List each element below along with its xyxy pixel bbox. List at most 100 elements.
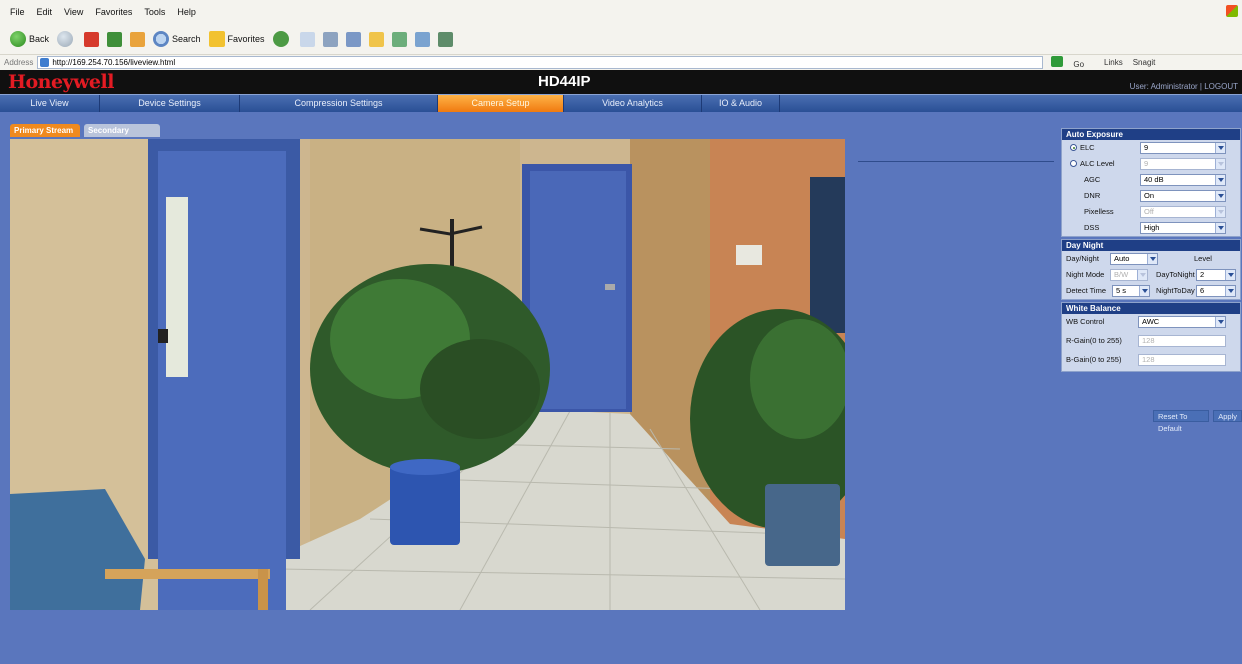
search-button[interactable]: Search	[153, 31, 201, 47]
menu-help[interactable]: Help	[177, 7, 196, 17]
chevron-down-icon	[1215, 175, 1225, 185]
dss-select[interactable]: High	[1140, 222, 1226, 234]
favorites-label: Favorites	[227, 34, 265, 44]
chevron-down-icon	[1215, 143, 1225, 153]
camera-image	[10, 139, 845, 610]
bgain-input[interactable]: 128	[1138, 354, 1226, 366]
snagit-button[interactable]: Snagit	[1133, 58, 1156, 67]
address-bar-right: Go Links Snagit	[1051, 56, 1165, 69]
browser-toolbar: Back Search Favorites	[0, 24, 1242, 54]
level-label: Level	[1194, 254, 1212, 263]
go-button[interactable]: Go	[1051, 56, 1094, 69]
menu-view[interactable]: View	[64, 7, 83, 17]
night-mode-select[interactable]: B/W	[1110, 269, 1148, 281]
wb-control-select[interactable]: AWC	[1138, 316, 1226, 328]
tab-io-audio[interactable]: IO & Audio	[702, 95, 780, 112]
address-bar: Address http://169.254.70.156/liveview.h…	[0, 54, 1242, 70]
detect-time-row: Detect Time 5 s NightToDay 6	[1062, 283, 1240, 299]
reset-to-default-button[interactable]: Reset To Default	[1153, 410, 1210, 433]
chevron-down-icon	[1139, 286, 1149, 296]
stop-button[interactable]	[84, 31, 100, 47]
main-content: Primary Stream Secondary Stream	[0, 112, 1242, 664]
elc-select[interactable]: 9	[1140, 142, 1226, 154]
links-button[interactable]: Links	[1104, 58, 1123, 67]
print-button[interactable]	[322, 31, 338, 47]
messenger-button[interactable]	[414, 31, 430, 47]
tab-camera-setup[interactable]: Camera Setup	[438, 95, 564, 112]
history-button[interactable]	[272, 31, 292, 47]
menu-tools[interactable]: Tools	[144, 7, 165, 17]
alc-radio[interactable]	[1070, 160, 1077, 167]
wb-control-row: WB Control AWC	[1062, 314, 1240, 333]
user-status[interactable]: User: Administrator | LOGOUT	[1130, 82, 1238, 91]
chevron-down-icon	[1215, 159, 1225, 169]
divider-line	[858, 161, 1054, 162]
star-icon	[208, 31, 225, 47]
rgain-row: R-Gain(0 to 255) 128	[1062, 333, 1240, 352]
back-arrow-icon	[10, 31, 26, 47]
night-to-day-value: 6	[1200, 286, 1205, 295]
alc-select[interactable]: 9	[1140, 158, 1226, 170]
forward-button[interactable]	[57, 31, 76, 47]
elc-radio[interactable]	[1070, 144, 1077, 151]
favorites-button[interactable]: Favorites	[208, 31, 265, 47]
tab-compression-settings[interactable]: Compression Settings	[240, 95, 438, 112]
detect-time-select[interactable]: 5 s	[1112, 285, 1150, 297]
mail-button[interactable]	[299, 31, 315, 47]
folder-button[interactable]	[368, 31, 384, 47]
main-nav: Live View Device Settings Compression Se…	[0, 94, 1242, 112]
menu-edit[interactable]: Edit	[37, 7, 53, 17]
white-balance-section: White Balance WB Control AWC R-Gain(0 to…	[1061, 302, 1241, 372]
search-icon	[153, 31, 170, 47]
tool-icon	[437, 31, 453, 47]
rgain-label: R-Gain(0 to 255)	[1066, 336, 1122, 345]
refresh-button[interactable]	[107, 31, 123, 47]
pixelless-row: Pixelless Off	[1062, 204, 1240, 220]
back-button[interactable]: Back	[10, 31, 49, 47]
dnr-row: DNR On	[1062, 188, 1240, 204]
pixelless-select[interactable]: Off	[1140, 206, 1226, 218]
day-night-mode-value: Auto	[1114, 254, 1130, 263]
chevron-down-icon	[1225, 286, 1235, 296]
menu-favorites[interactable]: Favorites	[95, 7, 132, 17]
go-label: Go	[1073, 60, 1085, 69]
day-night-mode-label: Day/Night	[1066, 254, 1099, 263]
url-text: http://169.254.70.156/liveview.html	[52, 58, 176, 67]
tab-secondary-stream[interactable]: Secondary Stream	[84, 124, 160, 148]
windows-logo-icon	[1226, 5, 1238, 17]
dnr-select[interactable]: On	[1140, 190, 1226, 202]
apply-button[interactable]: Apply	[1213, 410, 1242, 422]
camera-model-title: HD44IP	[538, 73, 591, 90]
extra-tool-button[interactable]	[437, 31, 453, 47]
day-to-night-value: 2	[1200, 270, 1205, 279]
day-night-header: Day Night	[1062, 240, 1240, 251]
night-to-day-select[interactable]: 6	[1196, 285, 1236, 297]
tab-live-view[interactable]: Live View	[0, 95, 100, 112]
day-to-night-select[interactable]: 2	[1196, 269, 1236, 281]
rgain-input[interactable]: 128	[1138, 335, 1226, 347]
day-night-mode-select[interactable]: Auto	[1110, 253, 1158, 265]
live-video-feed[interactable]	[10, 139, 845, 610]
elc-row: ELC 9	[1062, 140, 1240, 156]
home-button[interactable]	[130, 31, 146, 47]
research-icon	[391, 31, 407, 47]
day-night-mode-row: Day/Night Auto Level	[1062, 251, 1240, 267]
menu-file[interactable]: File	[10, 7, 25, 17]
auto-exposure-header: Auto Exposure	[1062, 129, 1240, 140]
url-input[interactable]: http://169.254.70.156/liveview.html	[37, 56, 1044, 69]
chevron-down-icon	[1225, 270, 1235, 280]
panel-actions: Reset To Default Apply	[1149, 410, 1242, 433]
detect-time-value: 5 s	[1116, 286, 1127, 295]
edit-button[interactable]	[345, 31, 361, 47]
go-arrow-icon	[1051, 56, 1064, 67]
night-mode-label: Night Mode	[1066, 270, 1105, 279]
agc-label: AGC	[1084, 175, 1101, 184]
tab-video-analytics[interactable]: Video Analytics	[564, 95, 702, 112]
research-button[interactable]	[391, 31, 407, 47]
tab-primary-stream[interactable]: Primary Stream	[10, 124, 80, 137]
auto-exposure-section: Auto Exposure ELC 9 ALC Level 9 AGC 40 d…	[1061, 128, 1241, 237]
refresh-icon	[107, 31, 123, 47]
tab-device-settings[interactable]: Device Settings	[100, 95, 240, 112]
stop-icon	[84, 31, 100, 47]
agc-select[interactable]: 40 dB	[1140, 174, 1226, 186]
